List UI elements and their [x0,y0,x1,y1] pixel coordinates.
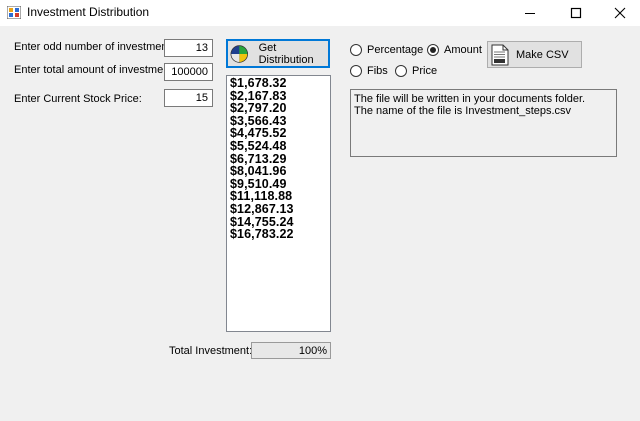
get-distribution-label: Get Distribution [258,41,314,66]
price-radio[interactable] [395,65,407,77]
list-item[interactable]: $5,524.48 [230,140,330,153]
list-item[interactable]: $8,041.96 [230,165,330,178]
amount-option[interactable]: Amount [427,44,482,56]
list-item[interactable]: $2,797.20 [230,102,330,115]
get-distribution-button[interactable]: Get Distribution [226,39,330,68]
percentage-option[interactable]: Percentage [350,44,423,56]
list-item[interactable]: $12,867.13 [230,203,330,216]
amount-radio[interactable] [427,44,439,56]
price-label: Price [412,65,438,77]
make-csv-button[interactable]: Make CSV [487,41,582,68]
total-investment-label: Total Investment: [169,345,253,357]
message-line-1: The file will be written in your documen… [354,93,586,105]
stock-price-label: Enter Current Stock Price: [14,93,142,105]
price-option[interactable]: Price [395,65,437,77]
list-item[interactable]: $16,783.22 [230,228,330,241]
total-amount-label: Enter total amount of investment: [14,64,176,76]
stock-price-input[interactable]: 15 [164,89,213,107]
minimize-button[interactable] [508,0,552,26]
close-icon [614,7,626,19]
make-csv-label: Make CSV [516,48,569,61]
maximize-icon [570,7,582,19]
odd-investments-input[interactable]: 13 [164,39,213,57]
message-line-2: The name of the file is Investment_steps… [354,105,572,117]
app-grid-icon [7,6,21,19]
amount-label: Amount [444,44,482,56]
distribution-list[interactable]: $1,678.32 $2,167.83 $2,797.20 $3,566.43 $4,4… [226,75,331,332]
fibs-radio[interactable] [350,65,362,77]
output-message-box: The file will be written in your documen… [350,89,617,157]
list-item[interactable]: $1,678.32 [230,77,330,90]
total-amount-input[interactable]: 100000 [164,63,213,81]
percentage-radio[interactable] [350,44,362,56]
percentage-label: Percentage [367,44,424,56]
fibs-label: Fibs [367,65,388,77]
title-bar: Investment Distribution [0,0,640,26]
minimize-icon [525,13,535,14]
odd-investments-label: Enter odd number of investments: [14,41,180,53]
fibs-option[interactable]: Fibs [350,65,388,77]
total-investment-value: 100% [251,342,331,359]
window-title: Investment Distribution [27,5,150,19]
maximize-button[interactable] [554,0,598,26]
csv-file-icon [491,44,509,65]
close-button[interactable] [598,0,640,26]
pie-chart-icon [230,44,249,63]
